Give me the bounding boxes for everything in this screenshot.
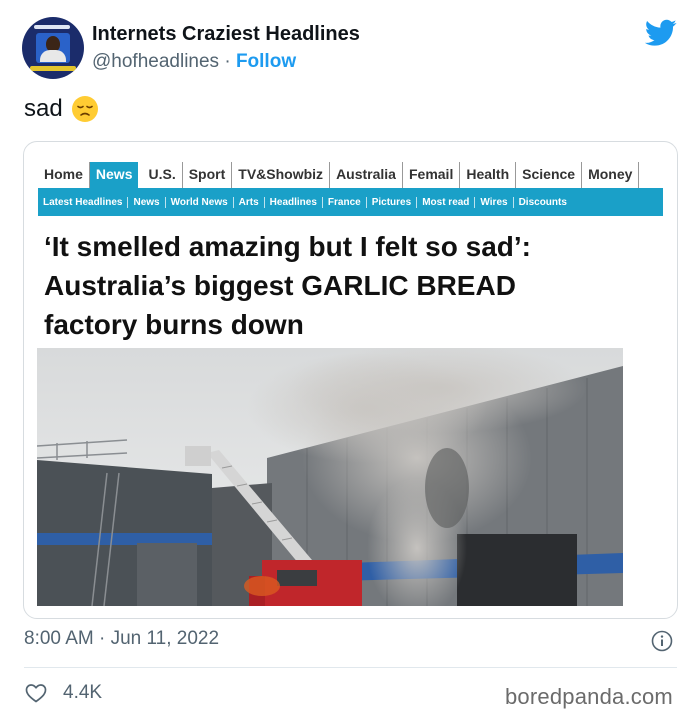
factory-fire-photo: [37, 348, 623, 606]
article-subnav-item: Headlines: [265, 196, 323, 208]
author-handle-row: @hofheadlines · Follow: [92, 51, 296, 73]
article-nav-item: Sport: [183, 162, 233, 188]
author-name[interactable]: Internets Craziest Headlines: [92, 23, 360, 46]
article-subnav-item: Arts: [234, 196, 265, 208]
footer-divider: [24, 667, 677, 668]
tweet-text: sad: [24, 95, 99, 123]
heart-icon[interactable]: [24, 681, 48, 705]
article-subnav-item: Most read: [417, 196, 476, 208]
article-nav-item: U.S.: [142, 162, 183, 188]
embedded-article-image[interactable]: Home News U.S. Sport TV&Showbiz Australia Fema…: [23, 141, 678, 619]
twitter-bird-icon[interactable]: [645, 19, 677, 47]
disappointed-face-emoji-icon: [71, 96, 98, 122]
article-nav-item: Science: [516, 162, 583, 188]
article-nav-item: Australia: [330, 162, 403, 188]
article-subnav-item: World News: [166, 196, 234, 208]
article-nav-item: Health: [460, 162, 517, 188]
boredpanda-watermark: boredpanda.com: [505, 684, 673, 709]
article-subnav-item: France: [323, 196, 367, 208]
author-handle[interactable]: @hofheadlines: [92, 51, 219, 72]
avatar-top-text-graphic: [34, 25, 70, 29]
tweet-body: sad: [24, 95, 63, 122]
like-count: 4.4K: [63, 682, 103, 703]
article-primary-nav: Home News U.S. Sport TV&Showbiz Australia Fema…: [38, 162, 640, 188]
article-subnav-item: Wires: [475, 196, 514, 208]
headline-line-1: ‘It smelled amazing but I felt so sad’:: [44, 231, 531, 262]
article-nav-item: Femail: [403, 162, 461, 188]
article-subnav-item: Pictures: [367, 196, 418, 208]
article-subnav-item: News: [128, 196, 166, 208]
article-nav-item: News: [89, 162, 139, 188]
article-nav-item: Home: [38, 162, 90, 188]
handle-separator: ·: [224, 51, 231, 72]
avatar[interactable]: [22, 17, 84, 79]
follow-button[interactable]: Follow: [236, 51, 296, 72]
info-icon[interactable]: [651, 630, 673, 652]
article-secondary-nav: Latest Headlines News World News Arts Headli…: [38, 188, 663, 216]
tweet-timestamp[interactable]: 8:00 AM · Jun 11, 2022: [24, 628, 219, 650]
article-subnav-item: Latest Headlines: [38, 196, 129, 208]
headline-line-3: factory burns down: [44, 309, 304, 340]
article-nav-item: Money: [582, 162, 640, 188]
article-headline: ‘It smelled amazing but I felt so sad’: …: [44, 227, 654, 344]
avatar-bottom-text-graphic: [30, 66, 76, 71]
headline-line-2: Australia’s biggest GARLIC BREAD: [44, 270, 516, 301]
article-nav-item: TV&Showbiz: [232, 162, 331, 188]
avatar-person-shirt-graphic: [40, 50, 66, 62]
article-subnav-item: Discounts: [518, 196, 567, 208]
